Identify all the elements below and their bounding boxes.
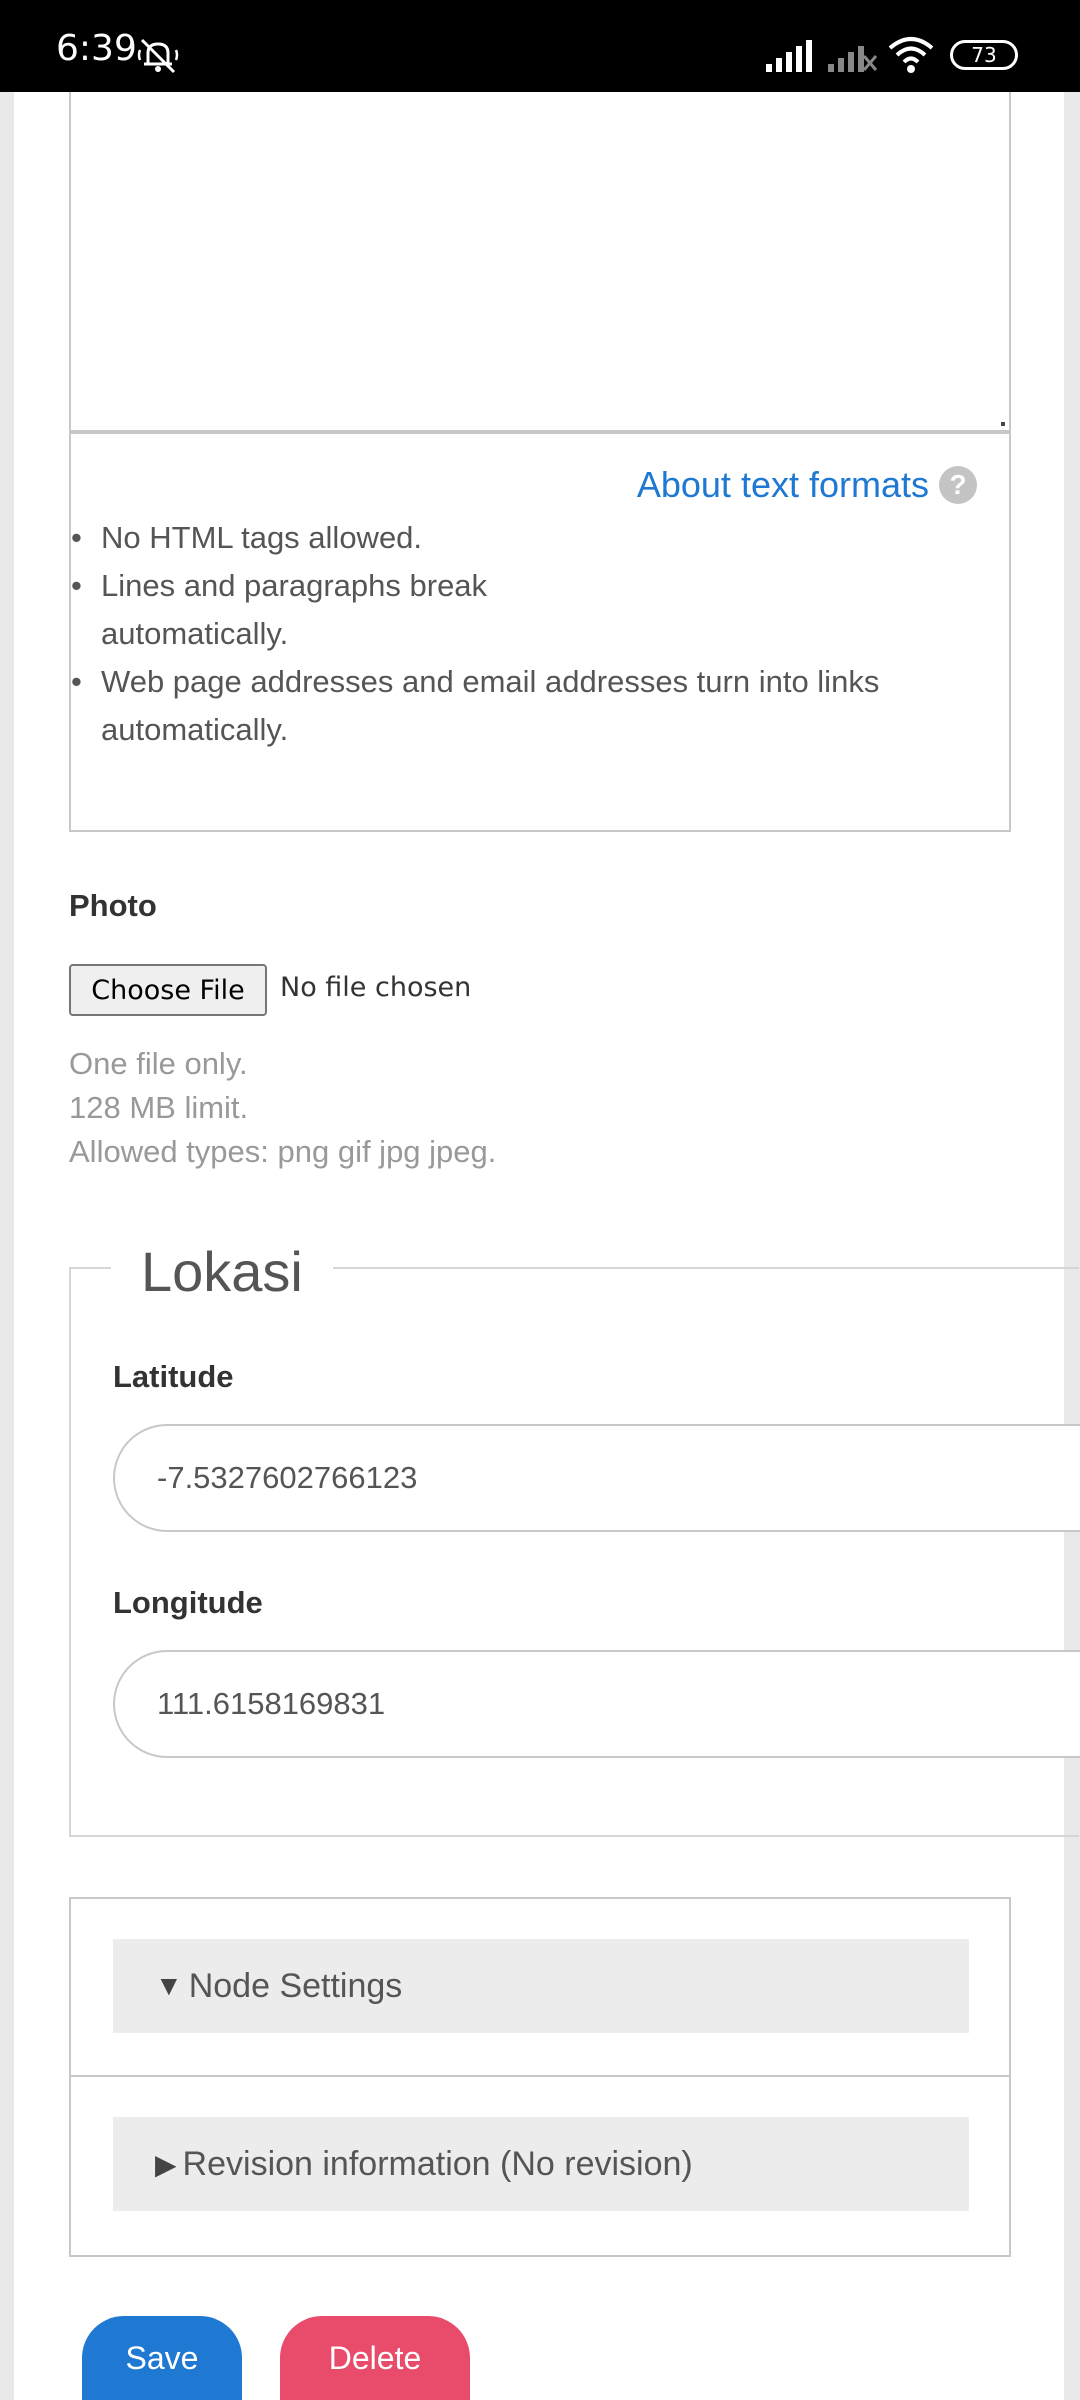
lokasi-fieldset: Lokasi Latitude Longitude (69, 1239, 1080, 1837)
lokasi-legend: Lokasi (111, 1239, 333, 1304)
format-tip: Web page addresses and email addresses t… (71, 658, 981, 754)
body-textarea[interactable] (69, 92, 1011, 432)
wifi-icon (888, 37, 934, 73)
photo-help-text: One file only. 128 MB limit. Allowed typ… (69, 1042, 496, 1174)
format-tip: Lines and paragraphs break automatically… (71, 562, 981, 658)
node-settings-section: ▼ Node Settings (69, 1897, 1011, 2077)
format-tip: No HTML tags allowed. (71, 514, 981, 562)
no-file-chosen-text: No file chosen (280, 972, 472, 1003)
delete-button[interactable]: Delete (280, 2316, 470, 2400)
mute-bell-icon (137, 38, 179, 74)
node-settings-label: Node Settings (188, 1966, 403, 2005)
photo-help-line: Allowed types: png gif jpg jpeg. (69, 1134, 497, 1169)
photo-help-line: One file only. (69, 1046, 248, 1081)
choose-file-button[interactable]: Choose File (69, 964, 267, 1016)
longitude-label: Longitude (113, 1585, 263, 1620)
triangle-down-icon: ▼ (155, 1970, 183, 2001)
node-settings-toggle[interactable]: ▼ Node Settings (113, 1939, 969, 2033)
latitude-input[interactable] (113, 1424, 1080, 1532)
about-text-formats-label[interactable]: About text formats (637, 464, 929, 506)
status-bar: 6:39 73 (0, 0, 1080, 92)
status-time: 6:39 (56, 28, 137, 69)
battery-indicator: 73 (950, 40, 1018, 70)
node-edit-form: About text formats ? No HTML tags allowe… (14, 92, 1080, 2400)
latitude-label: Latitude (113, 1359, 234, 1394)
revision-info-label: Revision information (No revision) (182, 2144, 693, 2183)
help-icon[interactable]: ? (939, 466, 977, 504)
revision-info-section: ▶ Revision information (No revision) (69, 2077, 1011, 2257)
about-text-formats-link[interactable]: About text formats ? (637, 464, 977, 506)
revision-info-toggle[interactable]: ▶ Revision information (No revision) (113, 2117, 969, 2211)
signal-icon (766, 40, 812, 72)
triangle-right-icon: ▶ (155, 2148, 177, 2180)
format-tips-list: No HTML tags allowed. Lines and paragrap… (71, 514, 981, 754)
resize-handle-icon[interactable] (1001, 422, 1005, 426)
signal-no-service-icon (828, 46, 878, 72)
save-button[interactable]: Save (82, 2316, 242, 2400)
text-format-help: About text formats ? No HTML tags allowe… (69, 432, 1011, 832)
longitude-input[interactable] (113, 1650, 1080, 1758)
photo-help-line: 128 MB limit. (69, 1090, 249, 1125)
photo-label: Photo (69, 888, 157, 923)
